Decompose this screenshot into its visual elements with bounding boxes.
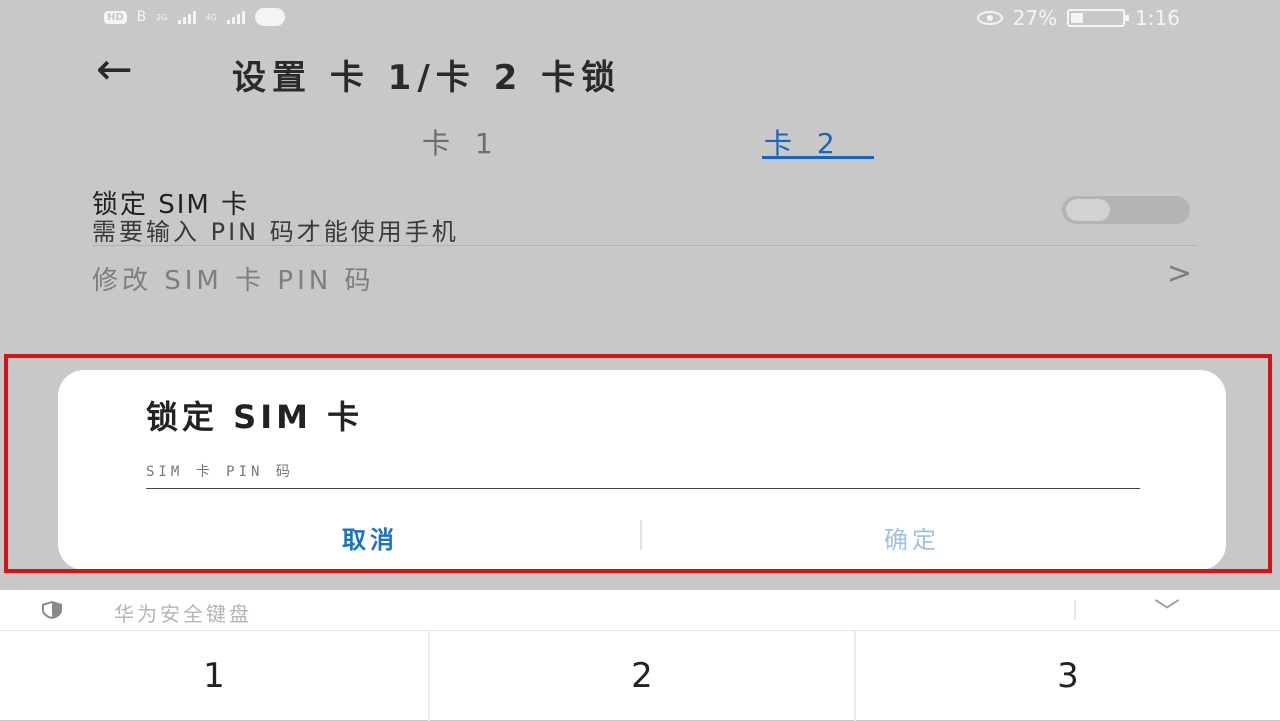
network-4g-label: 4G (205, 12, 217, 22)
keyboard-header: 华为安全键盘 ﹀ (0, 590, 1280, 630)
status-left: HD B 2G 4G (104, 8, 285, 26)
cancel-button[interactable]: 取消 (120, 512, 620, 562)
divider (92, 245, 1198, 246)
status-bar: HD B 2G 4G 27% 1:16 (0, 0, 1280, 36)
key-1[interactable]: 1 (0, 631, 428, 721)
keyboard-label: 华为安全键盘 (114, 602, 252, 626)
page-title: 设置 卡 1/卡 2 卡锁 (232, 58, 622, 98)
change-pin-label: 修改 SIM 卡 PIN 码 (92, 266, 375, 296)
lock-sim-subtitle: 需要输入 PIN 码才能使用手机 (92, 218, 459, 246)
status-right: 27% 1:16 (976, 6, 1180, 30)
signal-icon (177, 10, 196, 24)
lock-sim-toggle[interactable] (1062, 196, 1190, 224)
key-2[interactable]: 2 (430, 631, 854, 721)
key-3[interactable]: 3 (856, 631, 1280, 721)
tab-card-1[interactable]: 卡 1 (422, 122, 501, 162)
tab-indicator (762, 156, 874, 159)
lock-sim-dialog: 锁定 SIM 卡 取消 确定 (58, 370, 1226, 570)
battery-icon (1067, 9, 1130, 27)
shield-icon (42, 601, 62, 619)
dialog-title: 锁定 SIM 卡 (146, 398, 364, 436)
chevron-down-icon[interactable]: ﹀ (1154, 592, 1180, 629)
clock: 1:16 (1135, 6, 1180, 30)
network-2g-label: 2G (156, 12, 168, 22)
eye-icon (976, 11, 1003, 25)
keyboard-header-divider (1074, 600, 1076, 620)
toggle-knob (1066, 199, 1110, 221)
b-badge: B (136, 9, 147, 25)
hd-icon: HD (104, 10, 127, 24)
keyboard-keys: 1 2 3 (0, 630, 1280, 721)
chevron-right-icon: > (1166, 256, 1192, 291)
carrier-logo-icon (254, 8, 285, 26)
secure-keyboard: 华为安全键盘 ﹀ 1 2 3 (0, 590, 1280, 721)
sim-pin-input[interactable] (146, 456, 1140, 489)
button-divider (640, 520, 642, 550)
back-arrow-icon[interactable]: ← (96, 46, 133, 94)
signal-icon (226, 10, 245, 24)
change-pin-row[interactable]: 修改 SIM 卡 PIN 码 > (92, 256, 1198, 298)
confirm-button[interactable]: 确定 (662, 512, 1162, 562)
battery-percent: 27% (1012, 6, 1058, 30)
